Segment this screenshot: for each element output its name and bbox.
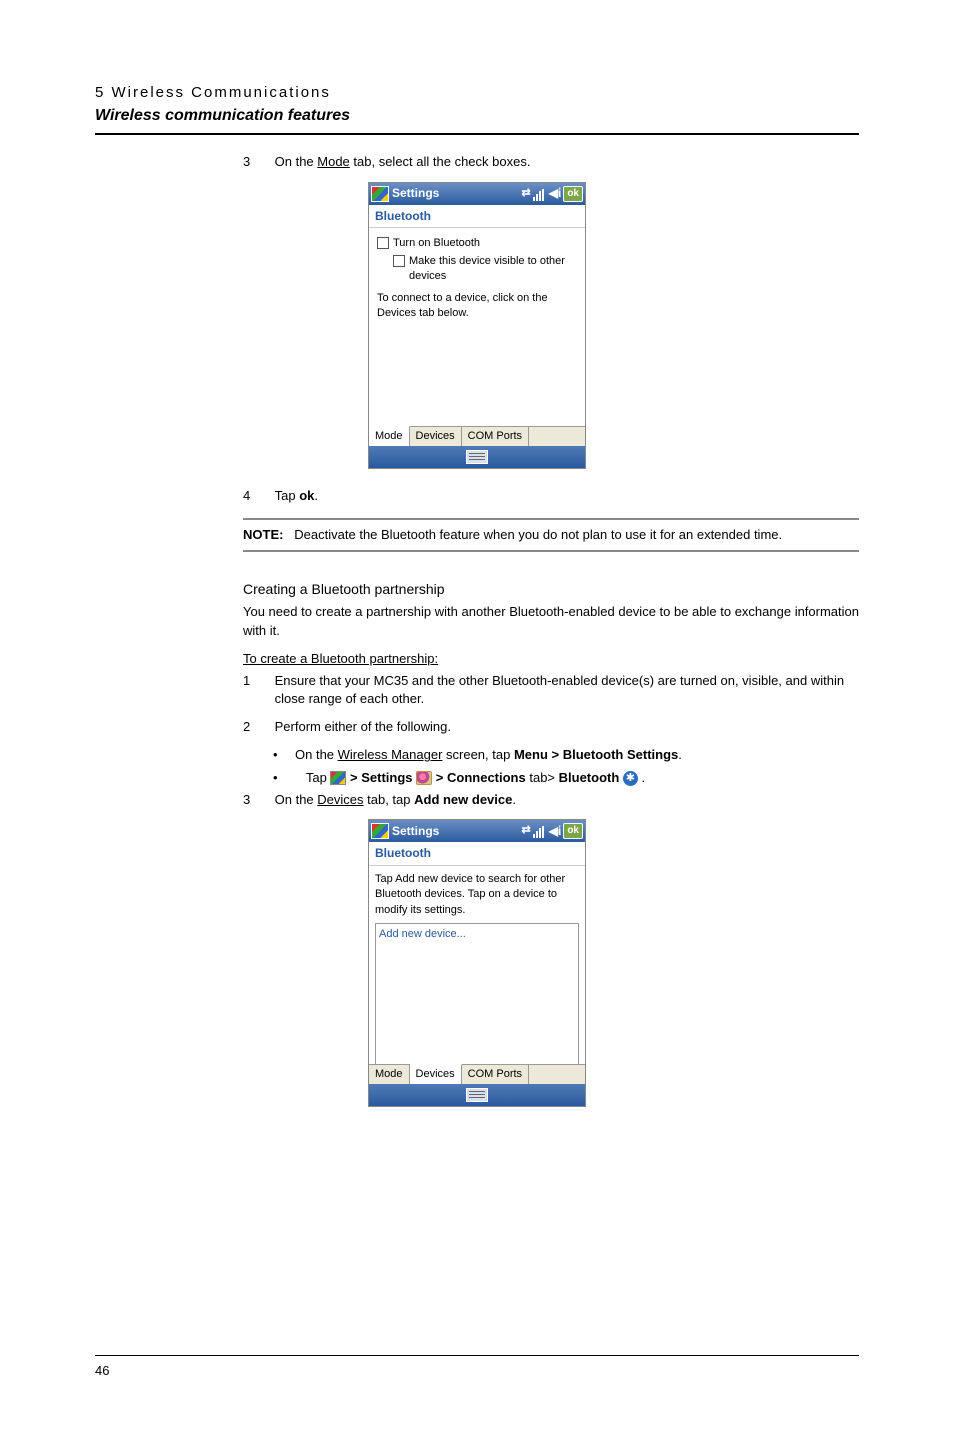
step-number: 1 <box>243 672 271 690</box>
start-icon[interactable] <box>371 823 389 839</box>
note-label: NOTE: <box>243 527 283 542</box>
step-number: 4 <box>243 487 271 505</box>
make-visible-checkbox[interactable]: Make this device visible to other device… <box>393 254 577 285</box>
partnership-step-3: 3 On the Devices tab, tap Add new device… <box>243 791 859 809</box>
tab-mode[interactable]: Mode <box>369 426 410 446</box>
checkbox-label: Make this device visible to other device… <box>409 254 577 285</box>
titlebar: Settings ⇄ ◀ἰ ok <box>369 820 585 842</box>
screen-title: Settings <box>392 823 522 840</box>
tab-devices[interactable]: Devices <box>410 427 462 446</box>
signal-icon[interactable] <box>533 824 547 838</box>
header-rule <box>95 133 859 135</box>
keyboard-icon[interactable] <box>466 1088 488 1102</box>
note-rule-top <box>243 518 859 520</box>
titlebar: Settings ⇄ ◀ἰ ok <box>369 183 585 205</box>
bullet-wireless-manager: • On the Wireless Manager screen, tap Me… <box>273 746 859 764</box>
bluetooth-mode-screenshot: Settings ⇄ ◀ἰ ok Bluetooth Turn on Bluet… <box>368 182 586 470</box>
keyboard-icon[interactable] <box>466 450 488 464</box>
info-text: To connect to a device, click on the Dev… <box>377 291 577 322</box>
speaker-icon[interactable]: ◀ἰ <box>549 823 562 840</box>
devices-tab-ref: Devices <box>317 792 363 807</box>
partnership-heading: Creating a Bluetooth partnership <box>243 580 859 600</box>
partnership-step-2: 2 Perform either of the following. <box>243 718 859 736</box>
step-text: Perform either of the following. <box>275 718 855 736</box>
bluetooth-icon: ✱ <box>623 771 638 786</box>
ok-button[interactable]: ok <box>563 186 583 202</box>
ok-button[interactable]: ok <box>563 823 583 839</box>
wireless-manager-ref: Wireless Manager <box>338 747 443 762</box>
chapter-title: 5 Wireless Communications <box>95 82 859 103</box>
partnership-step-1: 1 Ensure that your MC35 and the other Bl… <box>243 672 859 708</box>
procedure-heading: To create a Bluetooth partnership: <box>243 650 859 668</box>
page-number: 46 <box>95 1362 859 1380</box>
bluetooth-heading: Bluetooth <box>369 842 585 866</box>
step-number: 2 <box>243 718 271 736</box>
screen-body: Turn on Bluetooth Make this device visib… <box>369 228 585 426</box>
footer-rule <box>95 1355 859 1356</box>
tab-com-ports[interactable]: COM Ports <box>462 427 529 446</box>
add-new-device-item[interactable]: Add new device... <box>379 927 575 942</box>
bullet-icon: • <box>273 769 295 787</box>
step-number: 3 <box>243 153 271 171</box>
start-icon[interactable] <box>371 186 389 202</box>
mode-tab-ref: Mode <box>317 154 350 169</box>
speaker-icon[interactable]: ◀ἰ <box>549 185 562 202</box>
checkbox-label: Turn on Bluetooth <box>393 236 480 251</box>
connectivity-icon[interactable]: ⇄ <box>522 823 531 838</box>
devices-instruction: Tap Add new device to search for other B… <box>375 872 579 918</box>
tab-mode[interactable]: Mode <box>369 1065 410 1084</box>
bullet-settings-path: • Tap > Settings > Connections tab> Blue… <box>273 769 859 787</box>
bluetooth-heading: Bluetooth <box>369 205 585 229</box>
partnership-intro: You need to create a partnership with an… <box>243 603 859 639</box>
tabs: Mode Devices COM Ports <box>369 1064 585 1084</box>
tab-com-ports[interactable]: COM Ports <box>462 1065 529 1084</box>
screen-title: Settings <box>392 185 522 202</box>
step-text: On the Devices tab, tap Add new device. <box>275 791 855 809</box>
start-icon <box>330 771 346 785</box>
tabs: Mode Devices COM Ports <box>369 426 585 446</box>
bottombar <box>369 446 585 468</box>
devices-list[interactable]: Add new device... <box>375 923 579 1077</box>
note-block: NOTE: Deactivate the Bluetooth feature w… <box>243 526 859 544</box>
step-3: 3 On the Mode tab, select all the check … <box>243 153 859 171</box>
turn-on-bluetooth-checkbox[interactable]: Turn on Bluetooth <box>377 236 577 251</box>
signal-icon[interactable] <box>533 187 547 201</box>
settings-icon <box>416 771 432 785</box>
note-text: Deactivate the Bluetooth feature when yo… <box>294 527 782 542</box>
screen-body: Tap Add new device to search for other B… <box>369 866 585 1064</box>
footer: 46 <box>95 1355 859 1380</box>
bullet-icon: • <box>273 746 295 764</box>
note-rule-bottom <box>243 550 859 552</box>
step-text: Ensure that your MC35 and the other Blue… <box>275 672 855 708</box>
section-title: Wireless communication features <box>95 105 859 127</box>
connectivity-icon[interactable]: ⇄ <box>522 186 531 201</box>
bluetooth-devices-screenshot: Settings ⇄ ◀ἰ ok Bluetooth Tap Add new d… <box>368 819 586 1107</box>
step-4: 4 Tap ok. <box>243 487 859 505</box>
step-text: On the Mode tab, select all the check bo… <box>275 153 855 171</box>
step-number: 3 <box>243 791 271 809</box>
step-text: Tap ok. <box>275 487 855 505</box>
bottombar <box>369 1084 585 1106</box>
checkbox-icon[interactable] <box>393 255 405 267</box>
checkbox-icon[interactable] <box>377 237 389 249</box>
tab-devices[interactable]: Devices <box>410 1064 462 1084</box>
